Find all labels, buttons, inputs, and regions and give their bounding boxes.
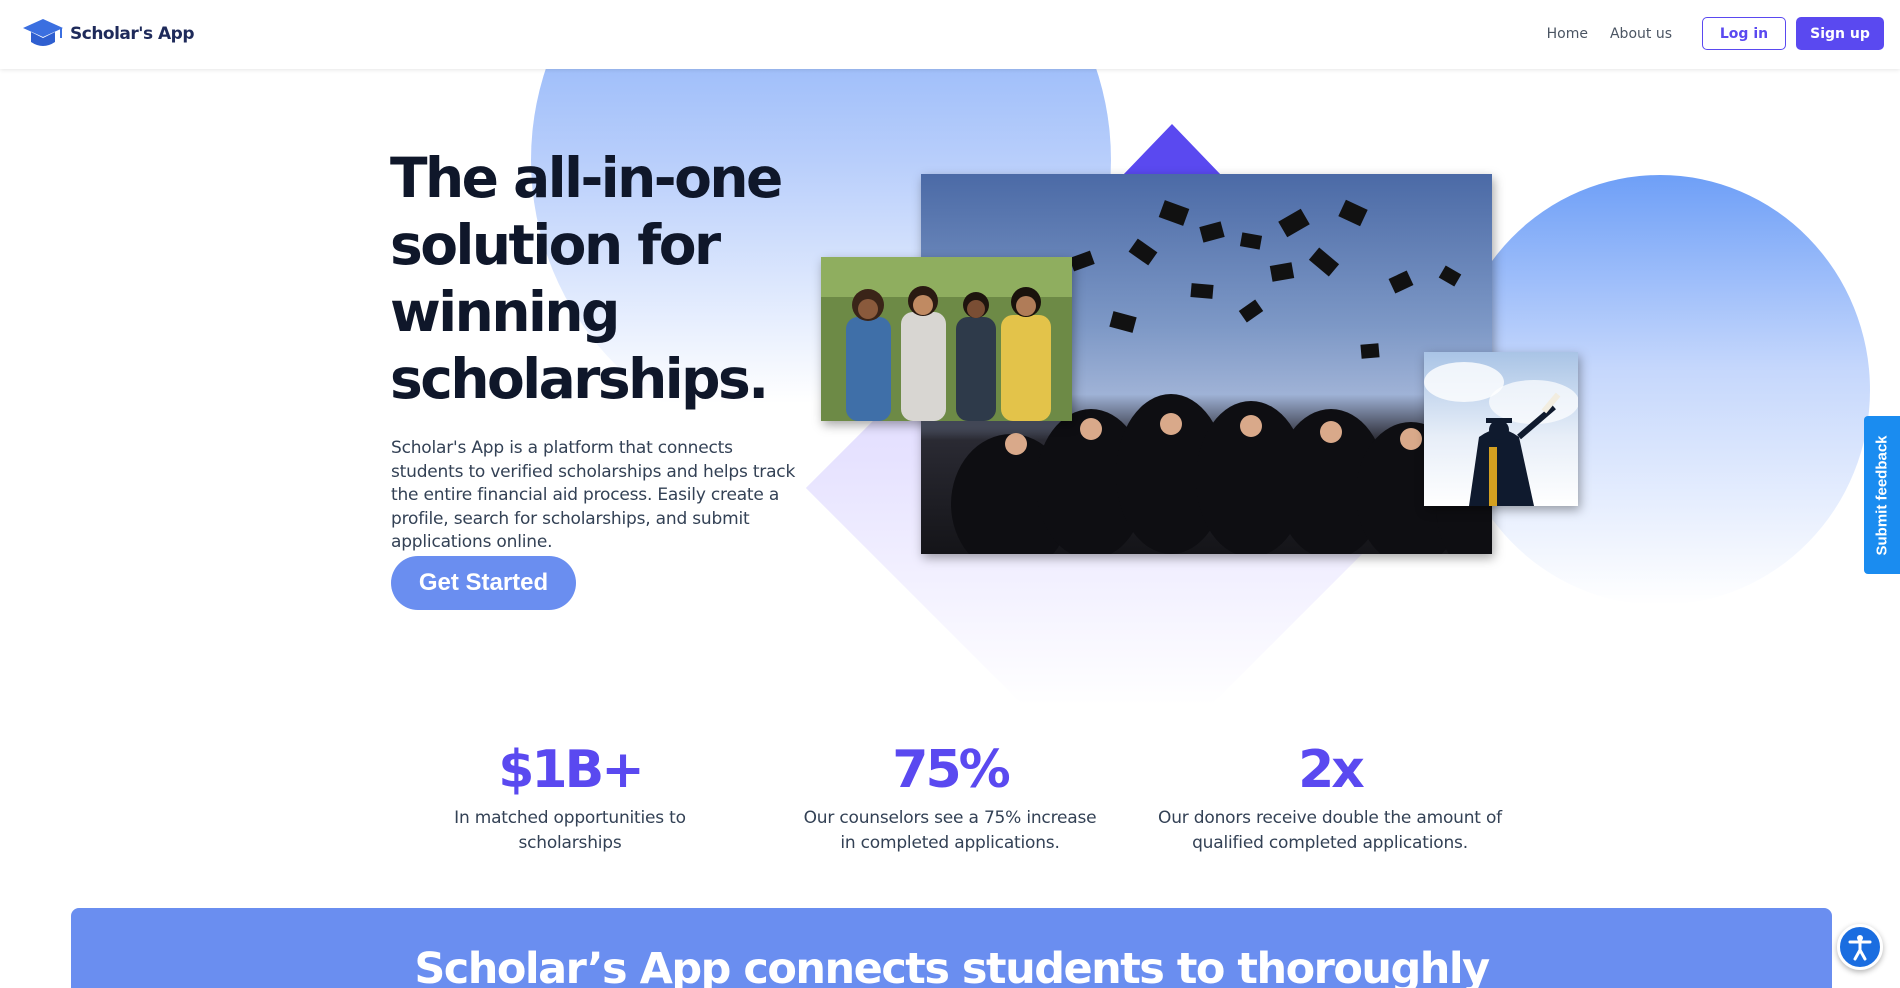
connects-banner: Scholar’s App connects students to thoro…	[71, 908, 1832, 988]
stat-counselors: 75% Our counselors see a 75% increase in…	[800, 738, 1100, 856]
decor-triangle	[1122, 124, 1222, 176]
site-header: Scholar's App Home About us Log in Sign …	[0, 0, 1900, 69]
graduation-cap-icon	[23, 19, 63, 46]
hero-description: Scholar's App is a platform that connect…	[391, 438, 796, 552]
hero-title: The all-in-one solution for winning scho…	[390, 146, 783, 411]
students-illustration	[821, 257, 1072, 421]
accessibility-icon	[1848, 935, 1872, 961]
submit-feedback-label: Submit feedback	[1873, 434, 1891, 556]
stat-donors: 2x Our donors receive double the amount …	[1150, 738, 1510, 856]
login-button[interactable]: Log in	[1702, 17, 1786, 50]
get-started-button[interactable]: Get Started	[391, 556, 576, 610]
main-nav: Home About us Log in Sign up	[1547, 17, 1884, 50]
stat-description: Our donors receive double the amount of …	[1158, 808, 1502, 853]
stat-value: 75%	[892, 740, 1010, 800]
banner-title: Scholar’s App connects students to thoro…	[414, 944, 1490, 988]
stat-description: Our counselors see a 75% increase in com…	[803, 808, 1097, 853]
submit-feedback-tab[interactable]: Submit feedback	[1864, 416, 1900, 574]
stat-description: In matched opportunities to scholarships	[454, 808, 686, 853]
signup-button[interactable]: Sign up	[1796, 17, 1884, 50]
brand-name: Scholar's App	[70, 24, 195, 44]
students-walking-photo	[821, 257, 1072, 421]
stat-value: $1B+	[498, 740, 645, 800]
stat-value: 2x	[1298, 740, 1365, 800]
nav-about-link[interactable]: About us	[1610, 26, 1672, 42]
nav-home-link[interactable]: Home	[1547, 26, 1588, 42]
graduate-diploma-photo	[1424, 352, 1578, 506]
logo[interactable]: Scholar's App	[22, 17, 195, 51]
accessibility-button[interactable]	[1837, 924, 1883, 970]
stat-matched-opportunities: $1B+ In matched opportunities to scholar…	[440, 738, 700, 856]
graduate-illustration	[1424, 362, 1578, 506]
